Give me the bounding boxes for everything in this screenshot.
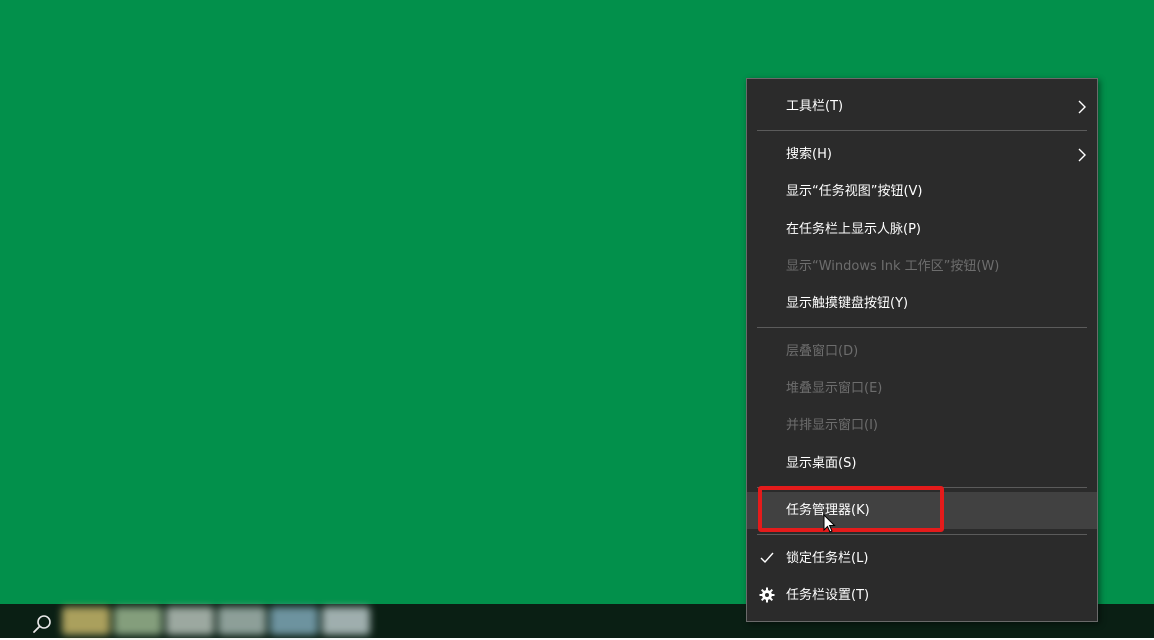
- menu-item-cascade-windows[interactable]: 层叠窗口(D): [747, 333, 1097, 370]
- taskbar-app[interactable]: [270, 607, 318, 635]
- taskbar-app[interactable]: [114, 607, 162, 635]
- taskbar-pinned-apps[interactable]: [62, 604, 382, 638]
- menu-separator: [757, 534, 1087, 535]
- menu-item-show-task-view-button[interactable]: 显示“任务视图”按钮(V): [747, 173, 1097, 210]
- search-button[interactable]: [28, 612, 56, 636]
- menu-item-label: 显示桌面(S): [786, 456, 857, 471]
- menu-item-lock-taskbar[interactable]: 锁定任务栏(L): [747, 540, 1097, 577]
- menu-item-label: 显示“Windows Ink 工作区”按钮(W): [786, 259, 1000, 274]
- menu-item-label: 在任务栏上显示人脉(P): [786, 222, 921, 237]
- menu-separator: [757, 130, 1087, 131]
- gear-icon: [759, 587, 775, 603]
- menu-item-label: 任务栏设置(T): [786, 588, 870, 603]
- menu-item-label: 搜索(H): [786, 147, 832, 162]
- menu-item-show-desktop[interactable]: 显示桌面(S): [747, 445, 1097, 482]
- menu-item-side-by-side-windows[interactable]: 并排显示窗口(I): [747, 407, 1097, 444]
- checkmark-icon: [760, 552, 774, 564]
- chevron-right-icon: [1078, 100, 1086, 114]
- menu-item-toolbars[interactable]: 工具栏(T): [747, 88, 1097, 125]
- taskbar-app[interactable]: [62, 607, 110, 635]
- taskbar-context-menu: 工具栏(T) 搜索(H) 显示“任务视图”按钮(V) 在任务栏上显示人脉(P) …: [746, 78, 1098, 622]
- menu-item-search[interactable]: 搜索(H): [747, 136, 1097, 173]
- menu-item-label: 层叠窗口(D): [786, 344, 859, 359]
- search-icon: [33, 615, 51, 633]
- taskbar-app[interactable]: [218, 607, 266, 635]
- menu-item-label: 并排显示窗口(I): [786, 418, 878, 433]
- menu-item-label: 锁定任务栏(L): [786, 551, 869, 566]
- menu-item-show-touch-keyboard[interactable]: 显示触摸键盘按钮(Y): [747, 285, 1097, 322]
- menu-item-label: 工具栏(T): [786, 99, 844, 114]
- menu-separator: [757, 327, 1087, 328]
- chevron-right-icon: [1078, 148, 1086, 162]
- taskbar-app[interactable]: [166, 607, 214, 635]
- annotation-highlight-box: [758, 486, 944, 532]
- menu-item-label: 显示触摸键盘按钮(Y): [786, 296, 909, 311]
- menu-item-show-people[interactable]: 在任务栏上显示人脉(P): [747, 211, 1097, 248]
- mouse-cursor-icon: [823, 514, 836, 533]
- menu-item-stack-windows[interactable]: 堆叠显示窗口(E): [747, 370, 1097, 407]
- menu-item-show-windows-ink[interactable]: 显示“Windows Ink 工作区”按钮(W): [747, 248, 1097, 285]
- menu-item-taskbar-settings[interactable]: 任务栏设置(T): [747, 577, 1097, 614]
- taskbar-app[interactable]: [322, 607, 370, 635]
- menu-item-label: 显示“任务视图”按钮(V): [786, 184, 923, 199]
- menu-item-label: 堆叠显示窗口(E): [786, 381, 883, 396]
